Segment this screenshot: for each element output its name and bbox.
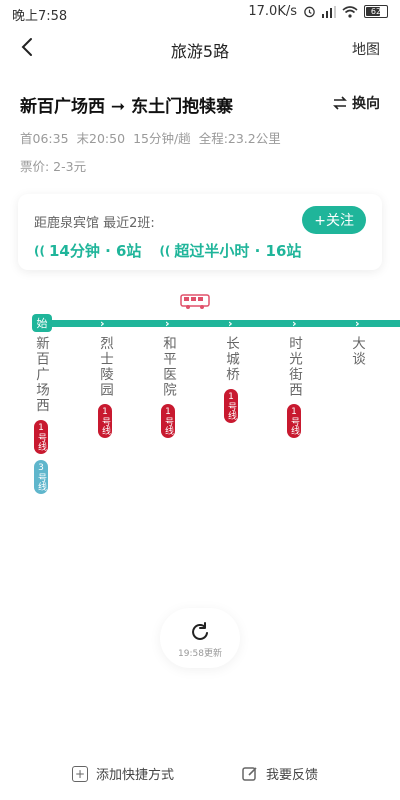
station-3[interactable]: 长城桥 1号线 bbox=[221, 336, 241, 423]
station-name: 新百广场西 bbox=[33, 336, 49, 414]
realtime-signal-icon: (( bbox=[34, 243, 45, 258]
status-indicators: 17.0K/s 62 bbox=[248, 4, 388, 19]
plus-box-icon: + bbox=[72, 765, 88, 782]
metro-badge: 3号线 bbox=[34, 459, 48, 494]
bottom-actions: + 添加快捷方式 我要反馈 bbox=[0, 760, 400, 790]
bus-icon bbox=[180, 294, 210, 309]
add-shortcut-label: 添加快捷方式 bbox=[96, 768, 175, 783]
wifi-icon bbox=[342, 5, 358, 18]
follow-button[interactable]: +关注 bbox=[302, 206, 366, 234]
direction-chevron-icon: › bbox=[165, 317, 170, 330]
fare-info: 票价: 2-3元 bbox=[20, 159, 87, 174]
station-name: 烈士陵园 bbox=[97, 336, 113, 398]
status-time: 晚上7:58 bbox=[12, 9, 68, 24]
battery-icon: 62 bbox=[364, 5, 388, 18]
swap-icon bbox=[333, 96, 347, 110]
start-badge: 始 bbox=[32, 314, 52, 332]
arrival-time-1: 14分钟 · 6站 bbox=[48, 242, 142, 260]
metro-badge: 1号线 bbox=[34, 419, 48, 454]
arrival-station-text: 距鹿泉宾馆 最近2班: bbox=[34, 216, 155, 231]
station-4[interactable]: 时光街西 1号线 bbox=[284, 336, 304, 438]
station-0[interactable]: 新百广场西 1号线 3号线 bbox=[31, 336, 51, 494]
nav-bar: 旅游5路 地图 bbox=[0, 30, 400, 66]
arrival-card: 距鹿泉宾馆 最近2班: +关注 (( 14分钟 · 6站 (( 超过半小时 · … bbox=[18, 194, 382, 270]
add-shortcut-button[interactable]: + 添加快捷方式 bbox=[72, 764, 174, 783]
direction-chevron-icon: › bbox=[292, 317, 297, 330]
feedback-label: 我要反馈 bbox=[266, 768, 319, 783]
route-track bbox=[42, 320, 400, 327]
refresh-icon bbox=[192, 622, 208, 640]
station-name: 大谈 bbox=[349, 336, 365, 367]
station-5[interactable]: 大谈 bbox=[347, 336, 367, 367]
network-speed: 17.0K/s bbox=[248, 4, 297, 19]
direction-chevron-icon: › bbox=[355, 317, 360, 330]
route-schedule-info: 首06:35 末20:50 15分钟/趟 全程:23.2公里 bbox=[20, 128, 289, 147]
status-bar: 晚上7:58 17.0K/s 62 bbox=[0, 0, 400, 26]
metro-badge: 1号线 bbox=[161, 404, 175, 438]
arrival-item: (( 超过半小时 · 16站 bbox=[159, 240, 301, 261]
station-name: 时光街西 bbox=[286, 336, 302, 398]
switch-direction-label: 换向 bbox=[352, 96, 380, 112]
refresh-button[interactable]: 19:58更新 bbox=[160, 608, 240, 668]
page-title: 旅游5路 bbox=[170, 42, 230, 61]
signal-icon bbox=[322, 5, 336, 18]
switch-direction-button[interactable]: 换向 bbox=[332, 93, 380, 113]
station-1[interactable]: 烈士陵园 1号线 bbox=[95, 336, 115, 438]
station-name: 和平医院 bbox=[160, 336, 176, 398]
battery-level: 62 bbox=[370, 7, 382, 16]
metro-badge: 1号线 bbox=[224, 388, 238, 423]
route-direction-title: 新百广场西 ➞ 东土门抱犊寨 bbox=[20, 97, 234, 117]
alarm-icon bbox=[303, 5, 316, 18]
feedback-button[interactable]: 我要反馈 bbox=[242, 764, 318, 783]
route-distance: 全程:23.2公里 bbox=[198, 131, 281, 146]
arrival-item: (( 14分钟 · 6站 bbox=[34, 240, 141, 261]
arrival-times: (( 14分钟 · 6站 (( 超过半小时 · 16站 bbox=[34, 240, 301, 261]
bus-interval: 15分钟/趟 bbox=[133, 131, 191, 146]
last-bus-time: 末20:50 bbox=[76, 131, 126, 146]
map-button[interactable]: 地图 bbox=[352, 39, 380, 59]
route-line[interactable]: 始 › › › › › 新百广场西 1号线 3号线 烈士陵园 1号线 和平医院 … bbox=[0, 290, 400, 550]
direction-chevron-icon: › bbox=[228, 317, 233, 330]
arrival-time-2: 超过半小时 · 16站 bbox=[174, 242, 302, 260]
station-name: 长城桥 bbox=[223, 336, 239, 383]
station-2[interactable]: 和平医院 1号线 bbox=[158, 336, 178, 438]
metro-badge: 1号线 bbox=[98, 404, 112, 438]
direction-chevron-icon: › bbox=[100, 317, 105, 330]
metro-badge: 1号线 bbox=[287, 404, 301, 438]
realtime-signal-icon: (( bbox=[159, 243, 171, 258]
edit-icon bbox=[242, 766, 257, 781]
last-updated-text: 19:58更新 bbox=[178, 649, 222, 659]
first-bus-time: 首06:35 bbox=[20, 131, 69, 146]
